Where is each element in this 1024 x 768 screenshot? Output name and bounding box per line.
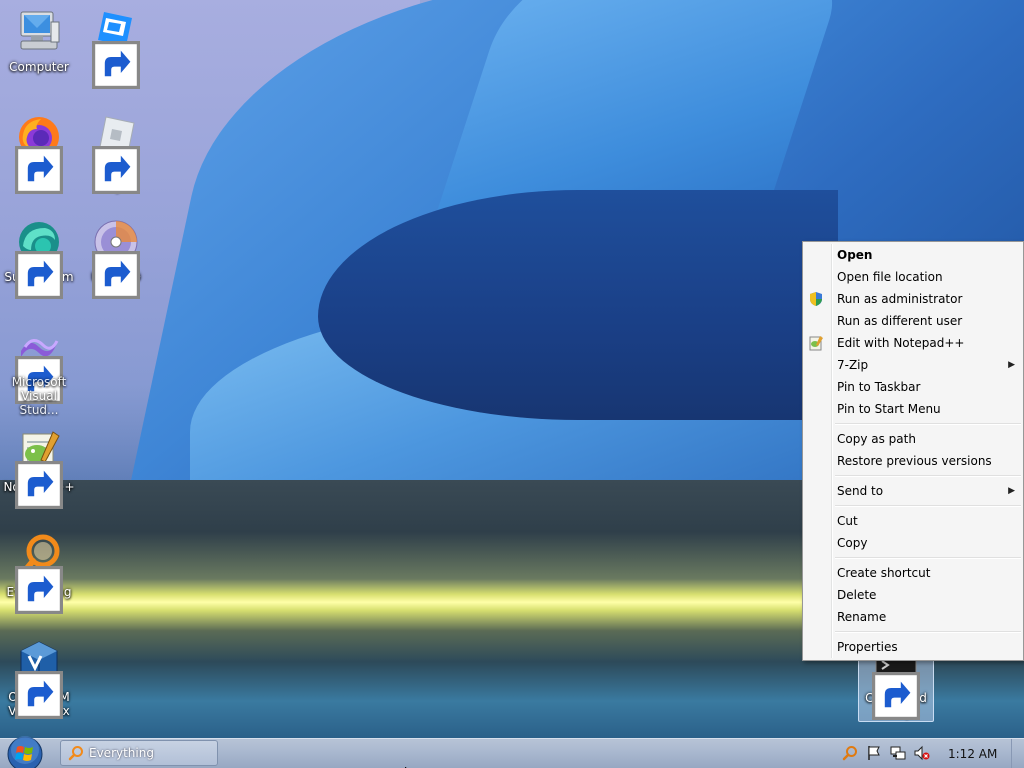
menu-item-create-shortcut[interactable]: Create shortcut	[803, 562, 1023, 584]
menu-item-run-as-different-user[interactable]: Run as different user	[803, 310, 1023, 332]
menu-item-open[interactable]: Open	[803, 244, 1023, 266]
shortcut-arrow-icon	[92, 41, 140, 89]
menu-item-label: Run as different user	[837, 314, 963, 328]
shortcut-arrow-icon	[15, 356, 63, 404]
desktop-icon-ultraiso[interactable]: UltraISO	[79, 218, 153, 299]
action-center-flag-icon[interactable]	[866, 745, 882, 761]
menu-separator	[835, 505, 1021, 507]
desktop[interactable]: Computer Roblox Studio Firefox	[0, 0, 1024, 768]
menu-item-restore-previous-versions[interactable]: Restore previous versions	[803, 450, 1023, 472]
submenu-arrow-icon: ▶	[1008, 486, 1015, 496]
shortcut-arrow-icon	[15, 461, 63, 509]
desktop-icon-computer[interactable]: Computer	[2, 8, 76, 74]
desktop-icon-notepad-plus-plus[interactable]: Notepad++	[2, 428, 76, 509]
context-menu: Open Open file location Run as administr…	[802, 241, 1024, 661]
menu-separator	[835, 557, 1021, 559]
menu-item-7-zip[interactable]: 7-Zip ▶	[803, 354, 1023, 376]
uac-shield-icon	[808, 291, 824, 307]
menu-item-label: Rename	[837, 610, 887, 624]
shortcut-arrow-icon	[15, 566, 63, 614]
menu-item-label: Pin to Taskbar	[837, 380, 921, 394]
desktop-icon-roblox-studio[interactable]: Roblox Studio	[79, 8, 153, 89]
menu-item-label: Send to	[837, 484, 884, 498]
volume-muted-icon[interactable]	[914, 745, 930, 761]
desktop-icon-roblox-player[interactable]: Roblox Player	[79, 113, 153, 194]
shortcut-arrow-icon	[15, 251, 63, 299]
virtualbox-icon	[15, 638, 63, 719]
taskbar-clock[interactable]: 1:12 AM	[948, 739, 997, 768]
desktop-icon-firefox[interactable]: Firefox	[2, 113, 76, 194]
notepad-plus-plus-icon	[15, 428, 63, 509]
shortcut-arrow-icon	[872, 672, 920, 720]
menu-item-pin-to-taskbar[interactable]: Pin to Taskbar	[803, 376, 1023, 398]
menu-item-label: Open	[837, 248, 873, 262]
desktop-icon-supermium[interactable]: Supermium	[2, 218, 76, 299]
menu-item-rename[interactable]: Rename	[803, 606, 1023, 628]
ultraiso-icon	[92, 218, 140, 299]
menu-item-copy-as-path[interactable]: Copy as path	[803, 428, 1023, 450]
menu-item-open-file-location[interactable]: Open file location	[803, 266, 1023, 288]
roblox-studio-icon	[92, 8, 140, 89]
shortcut-arrow-icon	[15, 671, 63, 719]
visual-studio-icon	[15, 323, 63, 404]
menu-item-copy[interactable]: Copy	[803, 532, 1023, 554]
menu-item-label: Delete	[837, 588, 877, 602]
notepad-plus-plus-icon	[808, 335, 824, 351]
menu-separator	[835, 475, 1021, 477]
taskbar: Everything 1:12 AM	[0, 735, 1024, 768]
desktop-icon-everything[interactable]: Everything	[2, 533, 76, 614]
submenu-arrow-icon: ▶	[1008, 360, 1015, 370]
menu-separator	[835, 423, 1021, 425]
menu-item-label: Restore previous versions	[837, 454, 992, 468]
everything-search-icon	[15, 533, 63, 614]
menu-item-label: Edit with Notepad++	[837, 336, 965, 350]
menu-item-cut[interactable]: Cut	[803, 510, 1023, 532]
menu-item-label: 7-Zip	[837, 358, 869, 372]
firefox-icon	[15, 113, 63, 194]
menu-item-label: Create shortcut	[837, 566, 931, 580]
windows-logo-icon	[7, 736, 43, 768]
everything-search-icon	[68, 745, 84, 761]
menu-item-label: Run as administrator	[837, 292, 963, 306]
menu-item-label: Copy as path	[837, 432, 916, 446]
start-button[interactable]	[6, 735, 44, 768]
menu-item-label: Cut	[837, 514, 858, 528]
everything-tray-icon[interactable]	[842, 745, 858, 761]
taskbar-button-everything[interactable]: Everything	[60, 740, 218, 766]
menu-item-run-as-administrator[interactable]: Run as administrator	[803, 288, 1023, 310]
shortcut-arrow-icon	[92, 251, 140, 299]
shortcut-arrow-icon	[92, 146, 140, 194]
show-desktop-button[interactable]	[1011, 739, 1024, 768]
menu-item-label: Properties	[837, 640, 898, 654]
menu-item-edit-with-notepad[interactable]: Edit with Notepad++	[803, 332, 1023, 354]
menu-item-label: Open file location	[837, 270, 943, 284]
computer-icon	[15, 8, 63, 56]
menu-separator	[835, 631, 1021, 633]
desktop-icon-label: Computer	[9, 60, 69, 74]
shortcut-arrow-icon	[15, 146, 63, 194]
menu-item-send-to[interactable]: Send to ▶	[803, 480, 1023, 502]
menu-item-delete[interactable]: Delete	[803, 584, 1023, 606]
taskbar-button-label: Everything	[89, 746, 154, 760]
menu-item-label: Copy	[837, 536, 868, 550]
mouse-cursor-icon	[404, 762, 413, 768]
desktop-icon-label: Microsoft Visual Stud...	[11, 375, 67, 417]
roblox-player-icon	[92, 113, 140, 194]
desktop-icon-visual-studio[interactable]: Microsoft Visual Stud...	[2, 323, 76, 417]
supermium-icon	[15, 218, 63, 299]
menu-item-label: Pin to Start Menu	[837, 402, 941, 416]
network-icon[interactable]	[890, 745, 906, 761]
desktop-icon-virtualbox[interactable]: Oracle VM VirtualBox	[2, 638, 76, 719]
menu-item-properties[interactable]: Properties	[803, 636, 1023, 658]
menu-item-pin-to-start-menu[interactable]: Pin to Start Menu	[803, 398, 1023, 420]
